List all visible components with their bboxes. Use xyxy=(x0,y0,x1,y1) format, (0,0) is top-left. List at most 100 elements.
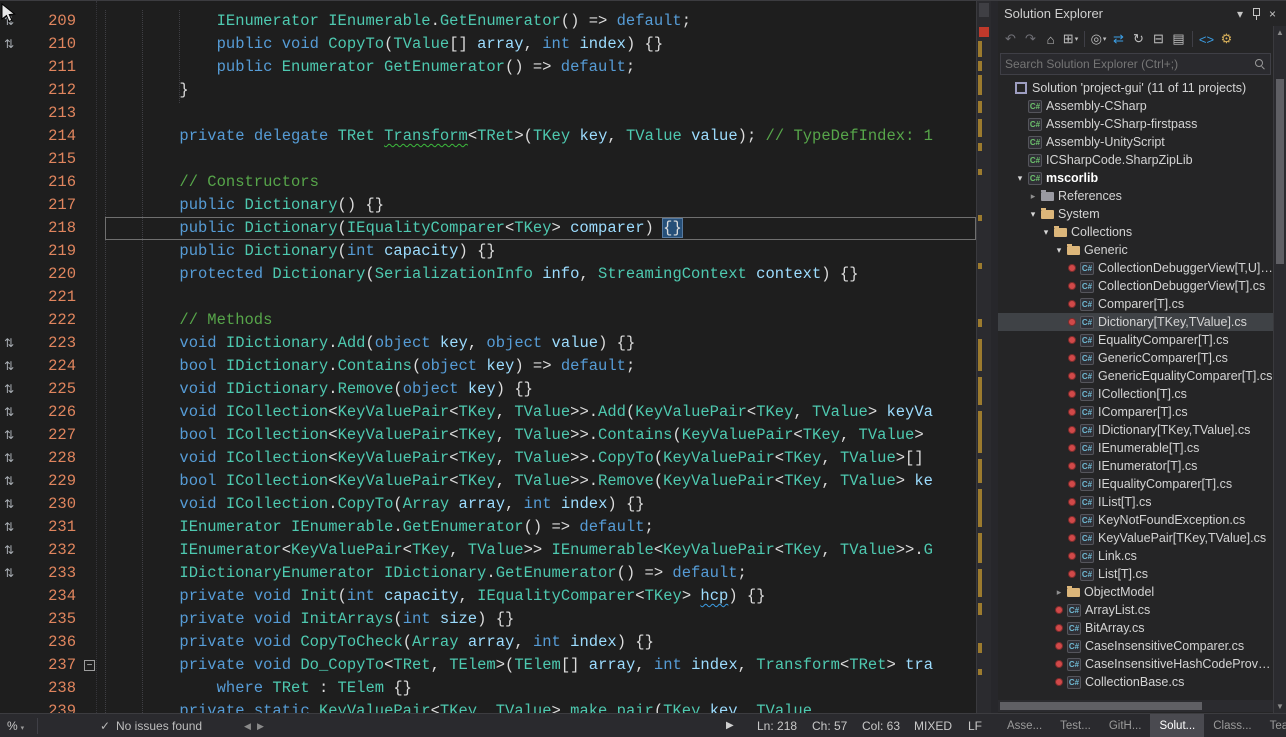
tree-item[interactable]: ▾Collections xyxy=(998,223,1273,241)
tree-item[interactable]: GenericComparer[T].cs xyxy=(998,349,1273,367)
code-text[interactable]: } xyxy=(105,79,976,102)
forward-icon[interactable]: ↷ xyxy=(1021,31,1040,47)
line-number[interactable]: 225 xyxy=(30,378,76,401)
tree-item[interactable]: Assembly-UnityScript xyxy=(998,133,1273,151)
line-number[interactable]: 211 xyxy=(30,56,76,79)
fold-collapse-button[interactable]: − xyxy=(84,660,95,671)
scrollbar-thumb[interactable] xyxy=(1000,702,1202,710)
code-line[interactable]: 214private delegate TRet Transform<TRet>… xyxy=(0,125,976,148)
sync-with-active-document-icon[interactable]: ⇄ xyxy=(1109,31,1128,47)
tree-item[interactable]: CollectionBase.cs xyxy=(998,673,1273,691)
search-box[interactable] xyxy=(1000,53,1271,75)
line-number[interactable]: 216 xyxy=(30,171,76,194)
tree-item[interactable]: ICSharpCode.SharpZipLib xyxy=(998,151,1273,169)
hscroll-left-arrow-icon[interactable]: ◀ xyxy=(244,714,251,737)
code-line[interactable]: 239private static KeyValuePair<TKey, TVa… xyxy=(0,700,976,713)
code-text[interactable]: public void CopyTo(TValue[] array, int i… xyxy=(105,33,976,56)
code-line[interactable]: 213 xyxy=(0,102,976,125)
line-number[interactable]: 226 xyxy=(30,401,76,424)
tree-item[interactable]: ▾System xyxy=(998,205,1273,223)
line-number[interactable]: 237 xyxy=(30,654,76,677)
home-icon[interactable]: ⌂ xyxy=(1041,32,1060,47)
code-text[interactable]: void ICollection<KeyValuePair<TKey, TVal… xyxy=(105,401,976,424)
panel-tab-class[interactable]: Class... xyxy=(1204,714,1260,737)
code-text[interactable]: private void CopyToCheck(Array array, in… xyxy=(105,631,976,654)
pane-splitter[interactable] xyxy=(991,1,998,713)
code-line[interactable]: 238 where TRet : TElem {} xyxy=(0,677,976,700)
code-lines[interactable]: ⇅209IEnumerator IEnumerable.GetEnumerato… xyxy=(0,10,976,713)
code-line[interactable]: 211public Enumerator GetEnumerator() => … xyxy=(0,56,976,79)
code-line[interactable]: 221 xyxy=(0,286,976,309)
scrollbar-thumb[interactable] xyxy=(1276,79,1284,264)
search-input[interactable] xyxy=(1001,57,1253,71)
line-number[interactable]: 228 xyxy=(30,447,76,470)
panel-tab-tea[interactable]: Tea... xyxy=(1261,714,1286,737)
tree-item[interactable]: CollectionDebuggerView[T].cs xyxy=(998,277,1273,295)
code-text[interactable]: public Dictionary() {} xyxy=(105,194,976,217)
line-number[interactable]: 230 xyxy=(30,493,76,516)
chevron-down-icon[interactable]: ▾ xyxy=(1237,7,1243,21)
code-text[interactable]: where TRet : TElem {} xyxy=(105,677,976,700)
tree-item[interactable]: IEnumerable[T].cs xyxy=(998,439,1273,457)
code-text[interactable]: IEnumerator IEnumerable.GetEnumerator() … xyxy=(105,516,976,539)
tree-item[interactable]: CaseInsensitiveComparer.cs xyxy=(998,637,1273,655)
line-number[interactable]: 212 xyxy=(30,79,76,102)
panel-tab-solut[interactable]: Solut... xyxy=(1150,714,1204,737)
tree-item[interactable]: KeyNotFoundException.cs xyxy=(998,511,1273,529)
expander-open-icon[interactable]: ▾ xyxy=(1052,245,1066,256)
line-number[interactable]: 233 xyxy=(30,562,76,585)
tree-item[interactable]: ArrayList.cs xyxy=(998,601,1273,619)
close-icon[interactable]: × xyxy=(1269,7,1276,21)
line-number[interactable]: 220 xyxy=(30,263,76,286)
expander-open-icon[interactable]: ▾ xyxy=(1039,227,1053,238)
line-number[interactable]: 238 xyxy=(30,677,76,700)
code-line[interactable]: 222 // Methods xyxy=(0,309,976,332)
code-text[interactable] xyxy=(105,148,976,171)
code-text[interactable]: void IDictionary.Remove(object key) {} xyxy=(105,378,976,401)
code-line[interactable]: ⇅232IEnumerator<KeyValuePair<TKey, TValu… xyxy=(0,539,976,562)
code-line[interactable]: ⇅225void IDictionary.Remove(object key) … xyxy=(0,378,976,401)
tree-item[interactable]: CaseInsensitiveHashCodeProvider.cs xyxy=(998,655,1273,673)
editor-vertical-scrollbar[interactable] xyxy=(976,1,991,713)
line-number[interactable]: 224 xyxy=(30,355,76,378)
code-line[interactable]: 215 xyxy=(0,148,976,171)
pin-icon[interactable] xyxy=(1252,7,1260,20)
expander-open-icon[interactable]: ▾ xyxy=(1026,209,1040,220)
tree-item[interactable]: Assembly-CSharp xyxy=(998,97,1273,115)
line-number[interactable]: 218 xyxy=(30,217,76,240)
tree-item[interactable]: KeyValuePair[TKey,TValue].cs xyxy=(998,529,1273,547)
code-line[interactable]: 219public Dictionary(int capacity) {} xyxy=(0,240,976,263)
code-text[interactable]: // Methods xyxy=(105,309,976,332)
refresh-icon[interactable]: ↻ xyxy=(1129,31,1148,47)
split-editor-handle-icon[interactable] xyxy=(979,3,989,17)
tree-item[interactable]: EqualityComparer[T].cs xyxy=(998,331,1273,349)
code-text[interactable]: IEnumerator<KeyValuePair<TKey, TValue>> … xyxy=(105,539,976,562)
zoom-control[interactable]: %▾ xyxy=(7,714,24,737)
line-number[interactable]: 214 xyxy=(30,125,76,148)
solution-tree[interactable]: Solution 'project-gui' (11 of 11 project… xyxy=(998,79,1273,697)
code-line[interactable]: ⇅209IEnumerator IEnumerable.GetEnumerato… xyxy=(0,10,976,33)
code-line[interactable]: ⇅233IDictionaryEnumerator IDictionary.Ge… xyxy=(0,562,976,585)
code-line[interactable]: ⇅223void IDictionary.Add(object key, obj… xyxy=(0,332,976,355)
tree-item[interactable]: BitArray.cs xyxy=(998,619,1273,637)
line-number[interactable]: 235 xyxy=(30,608,76,631)
line-number[interactable]: 210 xyxy=(30,33,76,56)
line-number[interactable]: 221 xyxy=(30,286,76,309)
tree-item[interactable]: ▸References xyxy=(998,187,1273,205)
code-text[interactable]: private void InitArrays(int size) {} xyxy=(105,608,976,631)
code-line[interactable]: 212} xyxy=(0,79,976,102)
view-code-icon[interactable]: <> xyxy=(1197,32,1216,47)
tree-item[interactable]: ▾Generic xyxy=(998,241,1273,259)
line-number[interactable]: 222 xyxy=(30,309,76,332)
wrench-icon[interactable]: ⚙ xyxy=(1217,31,1236,47)
collapse-all-icon[interactable]: ⊟ xyxy=(1149,31,1168,47)
code-editor[interactable]: ⇅209IEnumerator IEnumerable.GetEnumerato… xyxy=(0,1,976,713)
code-line[interactable]: 234private void Init(int capacity, IEqua… xyxy=(0,585,976,608)
expander-closed-icon[interactable]: ▸ xyxy=(1052,587,1066,598)
line-number[interactable]: 215 xyxy=(30,148,76,171)
code-text[interactable]: private void Init(int capacity, IEqualit… xyxy=(105,585,976,608)
code-line[interactable]: ⇅230void ICollection.CopyTo(Array array,… xyxy=(0,493,976,516)
tree-item[interactable]: IEqualityComparer[T].cs xyxy=(998,475,1273,493)
code-line[interactable]: ⇅224bool IDictionary.Contains(object key… xyxy=(0,355,976,378)
line-number[interactable]: 217 xyxy=(30,194,76,217)
